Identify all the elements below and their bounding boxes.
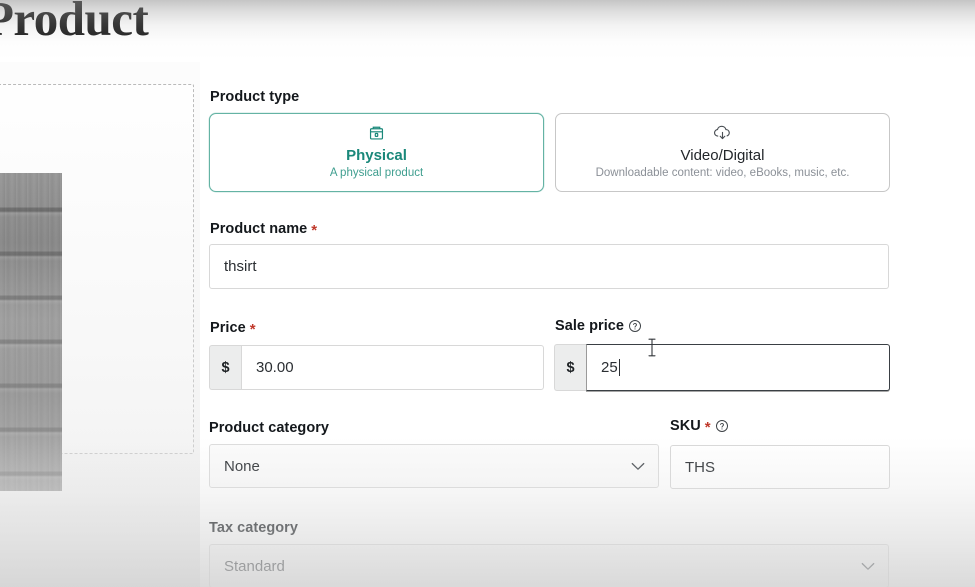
tax-category-select[interactable]: Standard (209, 544, 889, 587)
product-name-label-text: Product name (210, 221, 307, 237)
product-form-panel: Product type Physical A physical product (200, 62, 975, 587)
product-name-input[interactable]: thsirt (209, 244, 889, 289)
price-value: 30.00 (256, 359, 294, 376)
product-type-option-video-digital[interactable]: Video/Digital Downloadable content: vide… (555, 113, 890, 192)
page-header: Product (0, 0, 975, 62)
required-asterisk: * (705, 420, 711, 435)
screen-root: Product type Physical A physical product (0, 0, 975, 587)
question-circle-icon[interactable] (715, 419, 729, 433)
tax-category-label: Tax category (209, 520, 298, 536)
product-category-label: Product category (209, 420, 329, 436)
product-type-physical-title: Physical (346, 147, 407, 164)
sale-price-currency-prefix: $ (554, 344, 586, 391)
tax-category-label-text: Tax category (209, 520, 298, 536)
product-type-physical-subtitle: A physical product (330, 167, 423, 181)
sku-value: THS (685, 459, 715, 476)
product-type-label: Product type (210, 89, 299, 105)
wood-background (0, 173, 62, 491)
sale-price-value: 25 (601, 359, 618, 376)
product-type-options: Physical A physical product Video/Digita… (209, 113, 899, 192)
product-image-thumbnail[interactable] (0, 173, 62, 491)
required-asterisk: * (250, 322, 256, 337)
sale-price-input[interactable]: 25 (586, 344, 890, 391)
product-type-video-subtitle: Downloadable content: video, eBooks, mus… (596, 167, 850, 181)
cloud-download-icon (712, 124, 733, 143)
sku-label: SKU * (670, 418, 729, 434)
text-caret (619, 359, 620, 376)
product-category-label-text: Product category (209, 420, 329, 436)
page-title: Product (0, 0, 148, 47)
price-currency-prefix: $ (209, 345, 241, 390)
sale-price-label: Sale price (555, 318, 642, 334)
sku-input[interactable]: THS (670, 445, 890, 489)
product-type-video-title: Video/Digital (681, 147, 765, 164)
product-image-dropzone[interactable] (0, 84, 194, 454)
price-label: Price * (210, 320, 256, 336)
chevron-down-icon (861, 562, 875, 571)
sku-label-text: SKU (670, 418, 701, 434)
required-asterisk: * (311, 223, 317, 238)
product-name-value: thsirt (224, 258, 257, 275)
tax-category-value: Standard (224, 558, 285, 575)
product-name-label: Product name * (210, 221, 317, 237)
product-category-select[interactable]: None (209, 444, 659, 488)
product-media-column (0, 62, 200, 587)
chevron-down-icon (631, 462, 645, 471)
price-field-group: $ 30.00 (209, 345, 544, 390)
sale-price-field-group: $ 25 (554, 344, 890, 391)
product-category-value: None (224, 458, 260, 475)
price-input[interactable]: 30.00 (241, 345, 544, 390)
box-icon (368, 124, 385, 143)
product-type-label-text: Product type (210, 89, 299, 105)
question-circle-icon[interactable] (628, 319, 642, 333)
sale-price-label-text: Sale price (555, 318, 624, 334)
price-label-text: Price (210, 320, 246, 336)
product-type-option-physical[interactable]: Physical A physical product (209, 113, 544, 192)
